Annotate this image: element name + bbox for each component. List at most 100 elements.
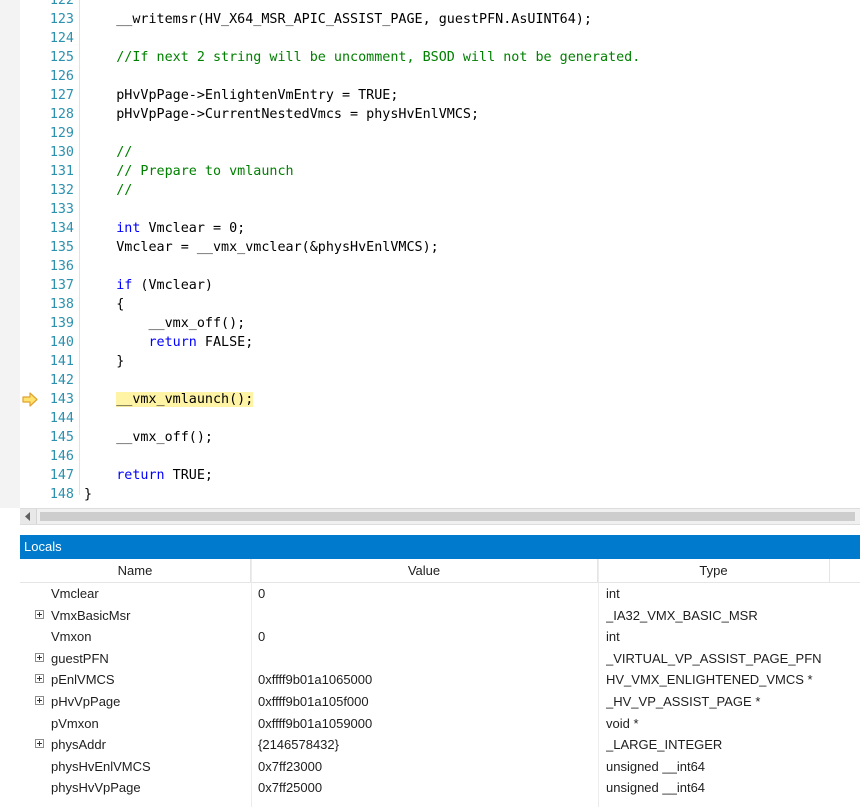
local-type: unsigned __int64 [606, 758, 706, 774]
code-line[interactable]: 122 [0, 0, 860, 10]
local-name: physAddr [51, 737, 106, 753]
local-value[interactable]: {2146578432} [258, 734, 596, 756]
code-line[interactable]: 133 [0, 200, 860, 219]
local-type: HV_VMX_ENLIGHTENED_VMCS * [606, 672, 813, 688]
code-text: return TRUE; [84, 466, 213, 485]
line-number: 129 [49, 126, 74, 141]
local-name: Vmxon [51, 629, 92, 645]
keyword: int [116, 221, 141, 236]
code-line[interactable]: 148} [0, 485, 860, 504]
keyword: return [116, 468, 165, 483]
code-line[interactable]: 132 // [0, 181, 860, 200]
locals-row[interactable]: pHvVpPage 0xffff9b01a105f000 _HV_VP_ASSIST… [20, 691, 860, 713]
code-editor[interactable]: 122 123 __writemsr(HV_X64_MSR_APIC_ASSIST… [0, 0, 860, 508]
code-line[interactable]: 140 return FALSE; [0, 333, 860, 352]
line-number: 139 [49, 316, 74, 331]
local-type: _HV_VP_ASSIST_PAGE * [606, 693, 761, 709]
line-number: 130 [49, 145, 74, 160]
locals-row[interactable]: guestPFN _VIRTUAL_VP_ASSIST_PAGE_PFN [20, 648, 860, 670]
local-value[interactable]: 0xffff9b01a1059000 [258, 713, 596, 735]
code-line[interactable]: 134 int Vmclear = 0; [0, 219, 860, 238]
locals-row[interactable]: physHvEnlVMCS 0x7ff23000 unsigned __int64 [20, 756, 860, 778]
code-line[interactable]: 130 // [0, 143, 860, 162]
expand-plus-icon[interactable] [35, 695, 44, 705]
code-line[interactable]: 124 [0, 29, 860, 48]
code-line[interactable]: 135 Vmclear = __vmx_vmclear(&physHvEnlVM… [0, 238, 860, 257]
code-line[interactable]: 125 //If next 2 string will be uncomment… [0, 48, 860, 67]
code-text: pHvVpPage->EnlightenVmEntry = TRUE; [84, 88, 399, 103]
code-text: } [84, 487, 93, 502]
locals-title[interactable]: Locals [20, 535, 860, 559]
local-value[interactable]: 0xffff9b01a1065000 [258, 669, 596, 691]
local-value[interactable]: 0 [258, 626, 596, 648]
code-text: Vmclear = __vmx_vmclear(&physHvEnlVMCS); [84, 240, 439, 255]
locals-row[interactable]: Vmxon 0 int [20, 626, 860, 648]
horizontal-scrollbar[interactable] [20, 508, 860, 525]
expand-plus-icon[interactable] [35, 674, 44, 684]
line-number: 124 [49, 31, 74, 46]
code-text: // [84, 145, 133, 160]
code-line[interactable]: 139 __vmx_off(); [0, 314, 860, 333]
expand-plus-icon[interactable] [35, 609, 44, 619]
keyword: if [116, 278, 133, 293]
line-number: 138 [49, 297, 74, 312]
code-text: // Prepare to vmlaunch [84, 164, 294, 179]
code-line[interactable]: 128 pHvVpPage->CurrentNestedVmcs = physH… [0, 105, 860, 124]
code-line[interactable]: 138 { [0, 295, 860, 314]
locals-row[interactable]: Vmclear 0 int [20, 583, 860, 605]
line-number: 144 [49, 411, 74, 426]
code-line[interactable]: 129 [0, 124, 860, 143]
local-value[interactable]: 0xffff9b01a105f000 [258, 691, 596, 713]
local-name: pVmxon [51, 715, 99, 731]
line-number: 142 [49, 373, 74, 388]
current-statement-highlight: __vmx_vmlaunch(); [116, 392, 254, 407]
code-text: return FALSE; [84, 333, 254, 352]
column-header-name[interactable]: Name [20, 559, 251, 582]
code-text: pHvVpPage->CurrentNestedVmcs = physHvEnl… [84, 107, 480, 122]
local-type: _IA32_VMX_BASIC_MSR [606, 607, 758, 623]
expand-plus-icon[interactable] [35, 739, 44, 749]
column-header-type[interactable]: Type [598, 559, 830, 582]
code-line[interactable]: 144 [0, 409, 860, 428]
code-line[interactable]: 146 [0, 447, 860, 466]
local-name: pEnlVMCS [51, 672, 115, 688]
local-type: int [606, 629, 620, 645]
line-number: 137 [49, 278, 74, 293]
scrollbar-thumb[interactable] [40, 512, 855, 521]
code-line[interactable]: 142 [0, 371, 860, 390]
locals-row[interactable]: physAddr {2146578432} _LARGE_INTEGER [20, 734, 860, 756]
scroll-left-button[interactable] [20, 509, 37, 524]
code-text: } [84, 354, 125, 369]
keyword: return [148, 335, 197, 350]
line-number: 128 [49, 107, 74, 122]
code-line[interactable]: 137 if (Vmclear) [0, 276, 860, 295]
local-value[interactable]: 0 [258, 583, 596, 605]
locals-rows: Vmclear 0 int VmxBasicMsr _IA32_VMX_BASIC_MS… [20, 583, 860, 799]
code-line[interactable]: 141 } [0, 352, 860, 371]
line-number: 127 [49, 88, 74, 103]
locals-row[interactable]: pEnlVMCS 0xffff9b01a1065000 HV_VMX_ENLIGHT… [20, 669, 860, 691]
locals-row[interactable]: pVmxon 0xffff9b01a1059000 void * [20, 713, 860, 735]
line-number: 136 [49, 259, 74, 274]
local-value[interactable]: 0x7ff23000 [258, 756, 596, 778]
yellow-arrow-icon[interactable] [22, 392, 38, 407]
line-number: 134 [49, 221, 74, 236]
locals-window: Locals Name Value Type Vmclear 0 int VmxBas… [20, 535, 860, 807]
code-text: { [84, 297, 125, 312]
code-line[interactable]: 123 __writemsr(HV_X64_MSR_APIC_ASSIST_PA… [0, 10, 860, 29]
column-header-value[interactable]: Value [251, 559, 598, 582]
locals-row[interactable]: VmxBasicMsr _IA32_VMX_BASIC_MSR [20, 605, 860, 627]
code-line[interactable]: 131 // Prepare to vmlaunch [0, 162, 860, 181]
local-name: physHvEnlVMCS [51, 758, 151, 774]
line-number: 147 [49, 468, 74, 483]
code-line[interactable]: 143 __vmx_vmlaunch(); [0, 390, 860, 409]
local-value[interactable]: 0x7ff25000 [258, 777, 596, 799]
locals-row[interactable]: physHvVpPage 0x7ff25000 unsigned __int64 [20, 777, 860, 799]
code-line[interactable]: 126 [0, 67, 860, 86]
line-number: 145 [49, 430, 74, 445]
code-line[interactable]: 136 [0, 257, 860, 276]
code-line[interactable]: 145 __vmx_off(); [0, 428, 860, 447]
expand-plus-icon[interactable] [35, 652, 44, 662]
code-line[interactable]: 127 pHvVpPage->EnlightenVmEntry = TRUE; [0, 86, 860, 105]
code-line[interactable]: 147 return TRUE; [0, 466, 860, 485]
